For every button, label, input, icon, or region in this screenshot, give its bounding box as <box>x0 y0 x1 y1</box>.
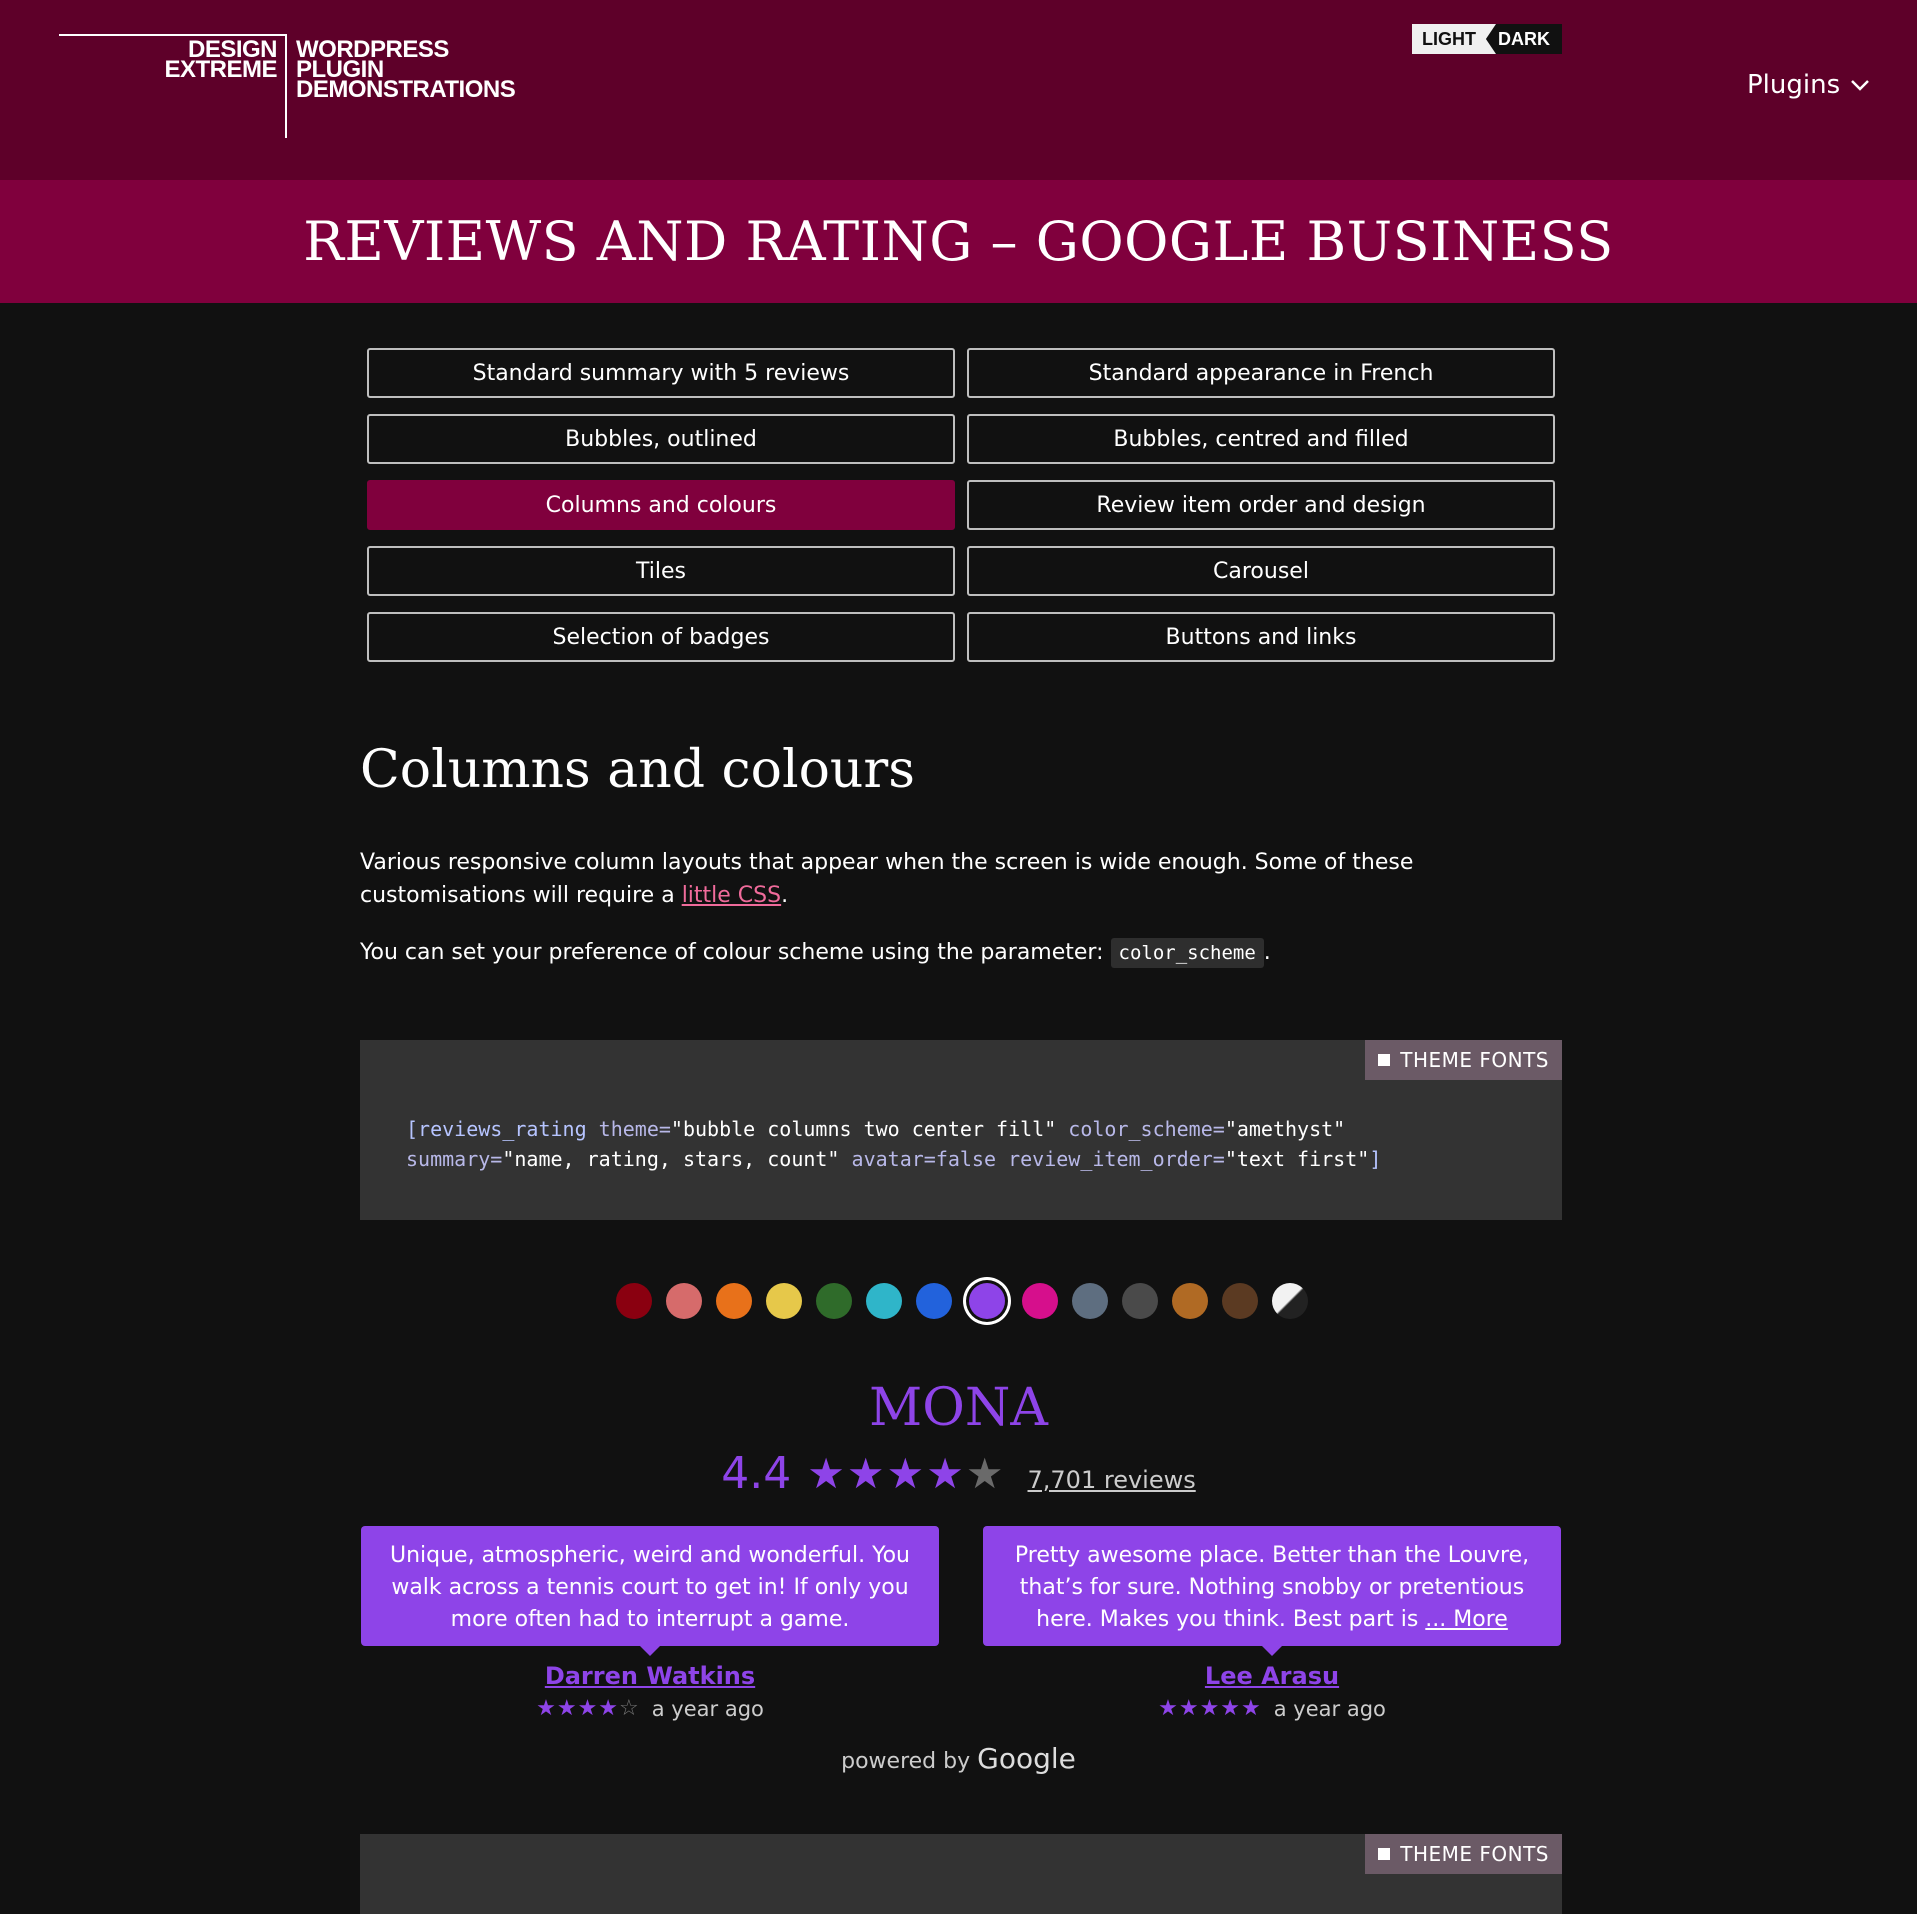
color-swatch[interactable] <box>616 1283 652 1319</box>
square-icon <box>1378 1054 1391 1066</box>
section-param: You can set your preference of colour sc… <box>360 936 1562 970</box>
content-section: Columns and colours Various responsive c… <box>360 740 1562 968</box>
color-swatch[interactable] <box>816 1283 852 1319</box>
review-item: Unique, atmospheric, weird and wonderful… <box>361 1526 939 1721</box>
nav-buttons-links[interactable]: Buttons and links <box>967 612 1555 662</box>
section-intro: Various responsive column layouts that a… <box>360 846 1562 912</box>
color-swatch[interactable] <box>1172 1283 1208 1319</box>
reviews-count-link[interactable]: 7,701 reviews <box>1028 1466 1196 1494</box>
powered-prefix: powered by <box>841 1749 978 1774</box>
review-bubble: Unique, atmospheric, weird and wonderful… <box>361 1526 939 1656</box>
google-logo: Google <box>977 1742 1076 1775</box>
rating-summary: 4.4 ★★★★★ 7,701 reviews <box>0 1448 1917 1499</box>
review-item: Pretty awesome place. Better than the Lo… <box>983 1526 1561 1721</box>
intro-end: . <box>781 883 789 908</box>
review-date: a year ago <box>651 1696 764 1721</box>
nav-bubbles-outlined[interactable]: Bubbles, outlined <box>367 414 955 464</box>
title-band: REVIEWS AND RATING – GOOGLE BUSINESS <box>0 180 1917 303</box>
shortcode-text[interactable]: [reviews_rating theme="bubble columns tw… <box>406 1114 1381 1174</box>
section-heading: Columns and colours <box>360 740 915 800</box>
intro-text: Various responsive column layouts that a… <box>360 850 1414 908</box>
review-meta: ★★★★★ a year ago <box>983 1696 1561 1721</box>
rating-stars: ★★★★★ <box>807 1449 1006 1498</box>
param-text: You can set your preference of colour sc… <box>360 940 1111 965</box>
nav-selection-badges[interactable]: Selection of badges <box>367 612 955 662</box>
logo-right-text: WORDPRESS PLUGIN DEMONSTRATIONS <box>296 38 556 103</box>
shortcode-block-2: THEME FONTS <box>360 1834 1562 1914</box>
nav-bubbles-centred-filled[interactable]: Bubbles, centred and filled <box>967 414 1555 464</box>
review-author-link[interactable]: Lee Arasu <box>983 1662 1561 1690</box>
code-attr: review_item_order= <box>996 1147 1225 1171</box>
business-name: MONA <box>869 1378 1048 1438</box>
plugins-menu-label: Plugins <box>1747 70 1841 100</box>
theme-fonts-label: THEME FONTS <box>1400 1048 1549 1072</box>
color-swatch[interactable] <box>969 1283 1005 1319</box>
color-swatch[interactable] <box>866 1283 902 1319</box>
review-meta: ★★★★☆ a year ago <box>361 1696 939 1721</box>
site-logo[interactable]: DESIGN EXTREME WORDPRESS PLUGIN DEMONSTR… <box>59 34 539 138</box>
powered-by-google: powered by Google <box>0 1742 1917 1775</box>
param-code: color_scheme <box>1110 938 1264 968</box>
site-header: DESIGN EXTREME WORDPRESS PLUGIN DEMONSTR… <box>0 0 1917 180</box>
nav-review-item-order[interactable]: Review item order and design <box>967 480 1555 530</box>
code-attr: theme= <box>586 1117 671 1141</box>
nav-standard-summary[interactable]: Standard summary with 5 reviews <box>367 348 955 398</box>
code-value: "text first" <box>1224 1147 1370 1171</box>
shortcode-block: THEME FONTS [reviews_rating theme="bubbl… <box>360 1040 1562 1220</box>
theme-fonts-toggle[interactable]: THEME FONTS <box>1365 1040 1562 1080</box>
plugins-menu[interactable]: Plugins <box>1747 70 1870 100</box>
color-swatch[interactable] <box>716 1283 752 1319</box>
color-swatch[interactable] <box>1072 1283 1108 1319</box>
chevron-down-icon <box>1851 80 1870 91</box>
nav-columns-colours[interactable]: Columns and colours <box>367 480 955 530</box>
theme-fonts-toggle[interactable]: THEME FONTS <box>1365 1834 1562 1874</box>
color-swatch[interactable] <box>916 1283 952 1319</box>
review-text: Unique, atmospheric, weird and wonderful… <box>389 1543 911 1632</box>
code-attr: summary= <box>406 1147 503 1171</box>
code-value: "amethyst" <box>1224 1117 1346 1141</box>
page-title: REVIEWS AND RATING – GOOGLE BUSINESS <box>303 210 1614 273</box>
code-token: ] <box>1369 1147 1382 1171</box>
color-swatch[interactable] <box>1022 1283 1058 1319</box>
code-value: "bubble columns two center fill" <box>670 1117 1057 1141</box>
review-stars: ★★★★★ <box>1158 1696 1262 1721</box>
logo-line-extreme: EXTREME <box>164 56 277 83</box>
nav-standard-french[interactable]: Standard appearance in French <box>967 348 1555 398</box>
code-attr: avatar= <box>839 1147 936 1171</box>
review-more-link[interactable]: ... More <box>1425 1607 1508 1632</box>
color-scheme-swatches <box>616 1283 1308 1319</box>
review-author-link[interactable]: Darren Watkins <box>361 1662 939 1690</box>
square-icon <box>1378 1848 1391 1860</box>
nav-tiles[interactable]: Tiles <box>367 546 955 596</box>
code-token: [reviews_rating <box>406 1117 587 1141</box>
little-css-link[interactable]: little CSS <box>682 883 781 908</box>
color-swatch[interactable] <box>1222 1283 1258 1319</box>
theme-toggle[interactable]: LIGHT DARK <box>1412 24 1562 54</box>
logo-left-text: DESIGN EXTREME <box>119 38 277 83</box>
color-swatch[interactable] <box>766 1283 802 1319</box>
param-end: . <box>1263 940 1271 965</box>
logo-line-demonstrations: DEMONSTRATIONS <box>296 76 516 103</box>
review-bubble: Pretty awesome place. Better than the Lo… <box>983 1526 1561 1656</box>
color-swatch[interactable] <box>666 1283 702 1319</box>
theme-light-option[interactable]: LIGHT <box>1412 24 1496 54</box>
logo-rule-vertical <box>285 34 287 138</box>
color-swatch[interactable] <box>1122 1283 1158 1319</box>
code-value: "name, rating, stars, count" <box>502 1147 840 1171</box>
nav-carousel[interactable]: Carousel <box>967 546 1555 596</box>
rating-value: 4.4 <box>721 1448 792 1499</box>
theme-fonts-label: THEME FONTS <box>1400 1842 1549 1866</box>
review-stars: ★★★★☆ <box>536 1696 640 1721</box>
theme-dark-option[interactable]: DARK <box>1484 24 1562 54</box>
color-swatch[interactable] <box>1272 1283 1308 1319</box>
code-value: false <box>935 1147 997 1171</box>
demo-nav: Standard summary with 5 reviews Standard… <box>367 348 1555 662</box>
code-attr: color_scheme= <box>1056 1117 1225 1141</box>
review-date: a year ago <box>1273 1696 1386 1721</box>
